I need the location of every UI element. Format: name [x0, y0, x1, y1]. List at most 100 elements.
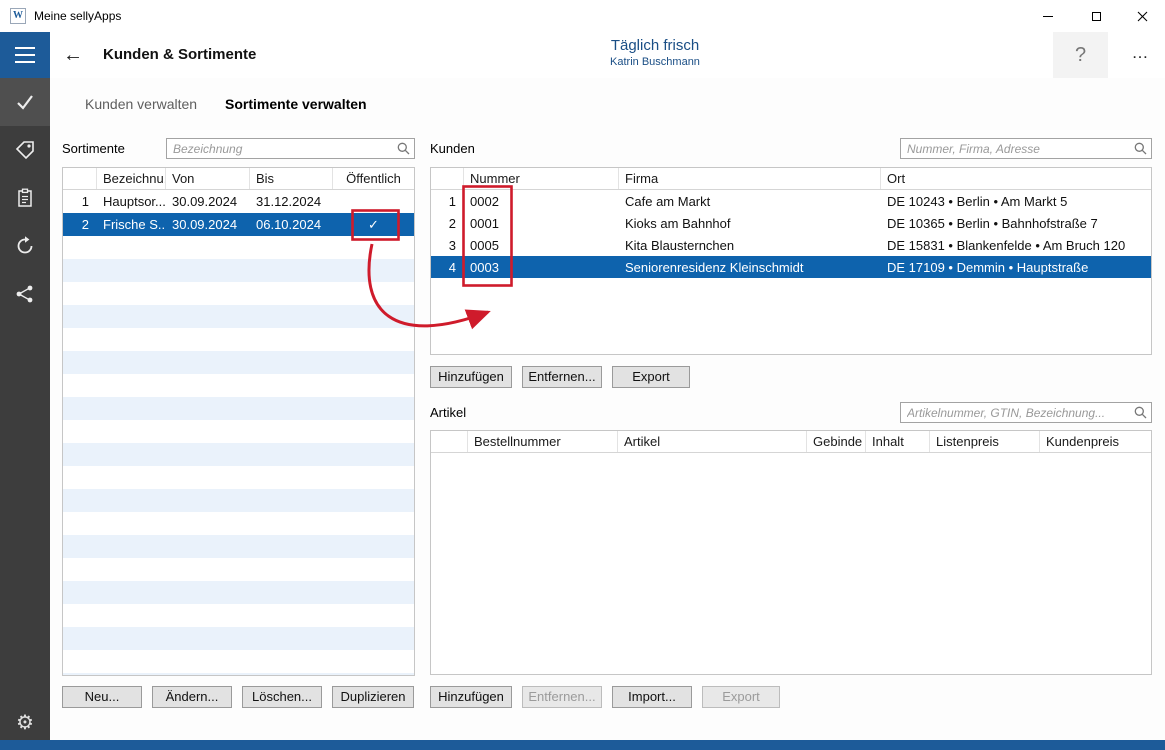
kunden-table-body: 1 0002 Cafe am Markt DE 10243 • Berlin •… — [431, 190, 1151, 354]
table-row[interactable]: 1 0002 Cafe am Markt DE 10243 • Berlin •… — [431, 190, 1151, 212]
cell-ort: DE 10243 • Berlin • Am Markt 5 — [881, 194, 1151, 209]
col-rownum[interactable] — [431, 431, 468, 452]
cell-firma: Cafe am Markt — [619, 194, 881, 209]
sidebar-item-share[interactable] — [0, 270, 50, 318]
artikel-export-button: Export — [702, 686, 780, 708]
table-row-selected[interactable]: 2 Frische S... 30.09.2024 06.10.2024 ✓ — [63, 213, 414, 236]
kunden-table: Nummer Firma Ort 1 0002 Cafe am Markt DE… — [430, 167, 1152, 355]
back-button[interactable]: ← — [58, 42, 88, 68]
artikel-search-input[interactable] — [900, 402, 1152, 423]
cell-nummer: 0001 — [464, 216, 619, 231]
close-icon — [1137, 11, 1148, 22]
kunden-hinzufuegen-button[interactable]: Hinzufügen — [430, 366, 512, 388]
tab-kunden-verwalten[interactable]: Kunden verwalten — [85, 96, 197, 112]
cell-nummer: 0002 — [464, 194, 619, 209]
clipboard-icon — [15, 188, 35, 208]
price-tag-icon — [15, 140, 35, 160]
cell-firma: Seniorenresidenz Kleinschmidt — [619, 260, 881, 275]
app-logo-icon: W — [10, 8, 26, 24]
artikel-table-header: Bestellnummer Artikel Gebinde Inhalt Lis… — [431, 431, 1151, 453]
sortimente-table-header: Bezeichnu... Von Bis Öffentlich — [63, 168, 414, 190]
help-button[interactable]: ? — [1053, 32, 1108, 78]
cell-bis: 31.12.2024 — [250, 194, 333, 209]
cell-von: 30.09.2024 — [166, 194, 250, 209]
col-ort[interactable]: Ort — [881, 168, 1151, 189]
kunden-table-header: Nummer Firma Ort — [431, 168, 1151, 190]
user-name: Katrin Buschmann — [455, 56, 855, 68]
neu-button[interactable]: Neu... — [62, 686, 142, 708]
cell-ort: DE 15831 • Blankenfelde • Am Bruch 120 — [881, 238, 1151, 253]
col-nummer[interactable]: Nummer — [464, 168, 619, 189]
col-listenpreis[interactable]: Listenpreis — [930, 431, 1040, 452]
sidebar-item-sync[interactable] — [0, 222, 50, 270]
cell-bezeichnung: Frische S... — [97, 217, 166, 232]
loeschen-button[interactable]: Löschen... — [242, 686, 322, 708]
more-button[interactable]: … — [1116, 32, 1164, 78]
kunden-search-input[interactable] — [900, 138, 1152, 159]
sortimente-search-input[interactable] — [166, 138, 415, 159]
sidebar: ⚙ — [0, 78, 50, 740]
menu-button[interactable] — [0, 32, 50, 78]
sortimente-table: Bezeichnu... Von Bis Öffentlich 1 Haupts… — [62, 167, 415, 676]
row-number: 3 — [431, 238, 464, 253]
cell-firma: Kita Blausternchen — [619, 238, 881, 253]
search-icon — [397, 142, 410, 155]
sidebar-item-assortments[interactable] — [0, 126, 50, 174]
col-oeffentlich[interactable]: Öffentlich — [333, 168, 414, 189]
sortimente-table-body: 1 Hauptsor... 30.09.2024 31.12.2024 2 Fr… — [63, 190, 414, 675]
kunden-export-button[interactable]: Export — [612, 366, 690, 388]
sidebar-item-orders[interactable] — [0, 174, 50, 222]
maximize-button[interactable] — [1073, 0, 1119, 32]
col-rownum[interactable] — [431, 168, 464, 189]
col-artikel[interactable]: Artikel — [618, 431, 807, 452]
col-firma[interactable]: Firma — [619, 168, 881, 189]
kunden-search — [900, 138, 1152, 159]
col-kundenpreis[interactable]: Kundenpreis — [1040, 431, 1151, 452]
table-row[interactable]: 2 0001 Kioks am Bahnhof DE 10365 • Berli… — [431, 212, 1151, 234]
cell-firma: Kioks am Bahnhof — [619, 216, 881, 231]
settings-button[interactable]: ⚙ — [0, 705, 50, 740]
artikel-entfernen-button: Entfernen... — [522, 686, 602, 708]
kunden-label: Kunden — [430, 141, 475, 156]
tab-sortimente-verwalten[interactable]: Sortimente verwalten — [225, 96, 367, 112]
col-gebinde[interactable]: Gebinde — [807, 431, 866, 452]
network-icon — [15, 284, 35, 304]
artikel-search — [900, 402, 1152, 423]
cell-oeffentlich-check[interactable]: ✓ — [333, 217, 414, 233]
col-rownum[interactable] — [63, 168, 97, 189]
col-von[interactable]: Von — [166, 168, 250, 189]
title-bar: W Meine sellyApps — [0, 0, 1165, 32]
aendern-button[interactable]: Ändern... — [152, 686, 232, 708]
table-row-selected[interactable]: 4 0003 Seniorenresidenz Kleinschmidt DE … — [431, 256, 1151, 278]
cell-bis: 06.10.2024 — [250, 217, 333, 232]
artikel-hinzufuegen-button[interactable]: Hinzufügen — [430, 686, 512, 708]
search-icon — [1134, 142, 1147, 155]
row-number: 2 — [431, 216, 464, 231]
window-title: Meine sellyApps — [34, 9, 121, 23]
col-bis[interactable]: Bis — [250, 168, 333, 189]
sortimente-label: Sortimente — [62, 141, 125, 156]
check-icon — [14, 91, 36, 113]
maximize-icon — [1092, 12, 1101, 21]
cell-nummer: 0003 — [464, 260, 619, 275]
table-row[interactable]: 1 Hauptsor... 30.09.2024 31.12.2024 — [63, 190, 414, 213]
artikel-table: Bestellnummer Artikel Gebinde Inhalt Lis… — [430, 430, 1152, 675]
kunden-entfernen-button[interactable]: Entfernen... — [522, 366, 602, 388]
col-inhalt[interactable]: Inhalt — [866, 431, 930, 452]
sortimente-search — [166, 138, 415, 159]
minimize-button[interactable] — [1025, 0, 1071, 32]
col-bezeichnung[interactable]: Bezeichnu... — [97, 168, 166, 189]
account-block: Täglich frisch Katrin Buschmann — [455, 37, 855, 68]
close-button[interactable] — [1119, 0, 1165, 32]
gear-icon: ⚙ — [16, 710, 34, 735]
cell-nummer: 0005 — [464, 238, 619, 253]
sidebar-item-tasks[interactable] — [0, 78, 50, 126]
table-row[interactable]: 3 0005 Kita Blausternchen DE 15831 • Bla… — [431, 234, 1151, 256]
cell-bezeichnung: Hauptsor... — [97, 194, 166, 209]
duplizieren-button[interactable]: Duplizieren — [332, 686, 414, 708]
hamburger-icon — [15, 47, 35, 49]
search-icon — [1134, 406, 1147, 419]
col-bestellnummer[interactable]: Bestellnummer — [468, 431, 618, 452]
artikel-import-button[interactable]: Import... — [612, 686, 692, 708]
app-window: W Meine sellyApps ← Kunden & Sortimente … — [0, 0, 1165, 750]
